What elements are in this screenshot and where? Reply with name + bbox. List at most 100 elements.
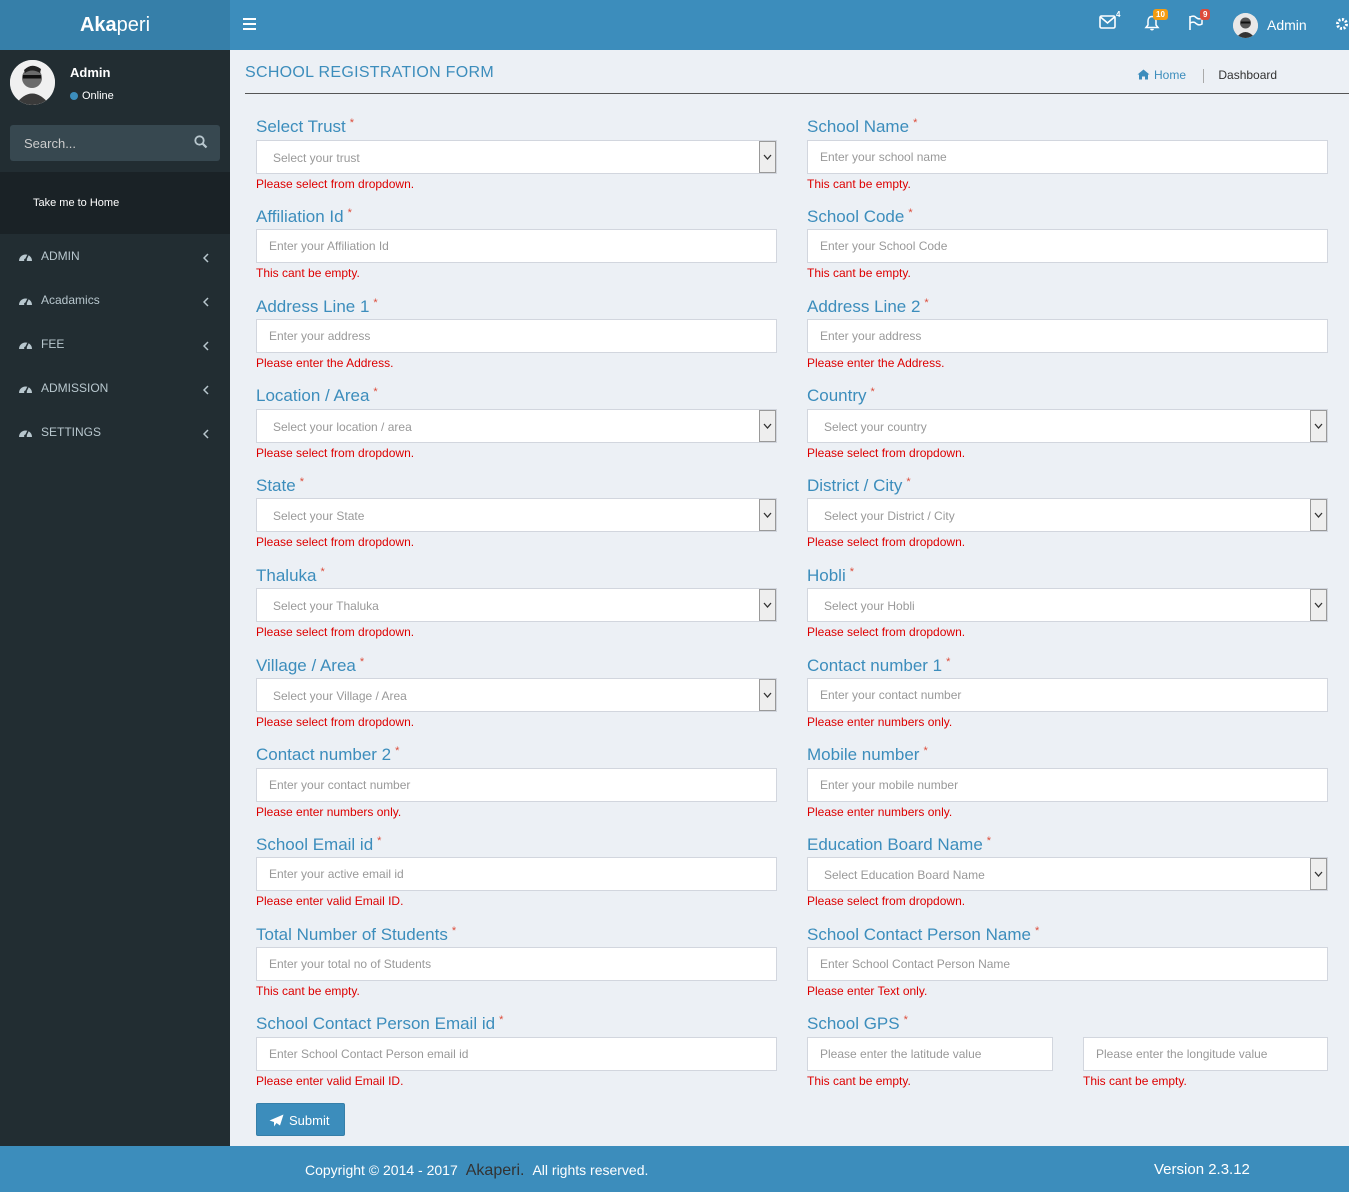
- dashboard-icon: [18, 425, 33, 443]
- school-name-input[interactable]: [807, 140, 1328, 174]
- contact-email-error: Please enter valid Email ID.: [256, 1074, 404, 1088]
- sidebar-item-settings[interactable]: SETTINGS: [0, 410, 230, 454]
- school-code-input[interactable]: [807, 229, 1328, 263]
- address1-label: Address Line 1 *: [256, 297, 378, 316]
- content-header: SCHOOL REGISTRATION FORM Home Dashboard: [230, 50, 1349, 94]
- top-navbar: Akaperi 4 10 9 Admin: [0, 0, 1349, 50]
- mobile-label: Mobile number *: [807, 745, 928, 764]
- address2-label: Address Line 2 *: [807, 297, 929, 316]
- location-label: Location / Area *: [256, 386, 378, 405]
- dashboard-icon: [18, 381, 33, 399]
- sidebar-item-acadamics[interactable]: Acadamics: [0, 278, 230, 322]
- country-select[interactable]: Select your country: [807, 409, 1328, 443]
- contact-email-input[interactable]: [256, 1037, 777, 1071]
- submit-button[interactable]: Submit: [256, 1103, 345, 1136]
- chevron-down-icon: [763, 602, 772, 608]
- state-error: Please select from dropdown.: [256, 535, 415, 549]
- sidebar-item-admission[interactable]: ADMISSION: [0, 366, 230, 410]
- contact-email-label: School Contact Person Email id *: [256, 1014, 504, 1033]
- take-me-home-link[interactable]: Take me to Home: [0, 172, 230, 234]
- mail-icon[interactable]: 4: [1099, 10, 1120, 35]
- trust-label: Select Trust *: [256, 117, 355, 136]
- online-status: Online: [70, 90, 114, 102]
- contact-person-label: School Contact Person Name *: [807, 925, 1040, 944]
- trust-select[interactable]: Select your trust: [256, 140, 777, 174]
- district-select[interactable]: Select your District / City: [807, 498, 1328, 532]
- school-name-error: This cant be empty.: [807, 177, 911, 191]
- flag-icon[interactable]: 9: [1188, 9, 1211, 35]
- chevron-left-icon: [202, 382, 209, 400]
- thaluka-select[interactable]: Select your Thaluka: [256, 588, 777, 622]
- chevron-down-icon: [763, 512, 772, 518]
- school-name-label: School Name *: [807, 117, 918, 136]
- address2-input[interactable]: [807, 319, 1328, 353]
- footer-brand-link[interactable]: Akaperi.: [466, 1162, 525, 1179]
- copyright-text: Copyright © 2014 - 2017 Akaperi. All right…: [305, 1162, 649, 1179]
- breadcrumb: Home Dashboard: [1137, 68, 1277, 83]
- contact1-error: Please enter numbers only.: [807, 715, 953, 729]
- chevron-left-icon: [202, 338, 209, 356]
- bell-icon[interactable]: 10: [1144, 9, 1168, 35]
- country-label: Country *: [807, 386, 875, 405]
- contact1-label: Contact number 1 *: [807, 656, 951, 675]
- hobli-select[interactable]: Select your Hobli: [807, 588, 1328, 622]
- email-label: School Email id *: [256, 835, 382, 854]
- affiliation-id-input[interactable]: [256, 229, 777, 263]
- location-error: Please select from dropdown.: [256, 446, 415, 460]
- mobile-error: Please enter numbers only.: [807, 805, 953, 819]
- mobile-input[interactable]: [807, 768, 1328, 802]
- gps-latitude-input[interactable]: [807, 1037, 1053, 1071]
- gps-longitude-error: This cant be empty.: [1083, 1074, 1187, 1088]
- sidebar-item-fee[interactable]: FEE: [0, 322, 230, 366]
- address1-error: Please enter the Address.: [256, 356, 394, 370]
- contact2-error: Please enter numbers only.: [256, 805, 402, 819]
- location-select[interactable]: Select your location / area: [256, 409, 777, 443]
- sidebar-user-avatar: [10, 60, 55, 105]
- sidebar-item-label: SETTINGS: [41, 425, 102, 439]
- board-label: Education Board Name *: [807, 835, 992, 854]
- affiliation-id-error: This cant be empty.: [256, 266, 360, 280]
- address1-input[interactable]: [256, 319, 777, 353]
- home-icon: [1137, 69, 1150, 80]
- tasks-count-badge: 9: [1200, 9, 1211, 20]
- country-error: Please select from dropdown.: [807, 446, 966, 460]
- state-label: State *: [256, 476, 304, 495]
- user-name[interactable]: Admin: [1267, 17, 1307, 33]
- students-input[interactable]: [256, 947, 777, 981]
- gps-latitude-error: This cant be empty.: [807, 1074, 911, 1088]
- chevron-left-icon: [202, 250, 209, 268]
- state-select[interactable]: Select your State: [256, 498, 777, 532]
- brand-logo[interactable]: Akaperi: [0, 0, 230, 50]
- breadcrumb-current: Dashboard: [1218, 68, 1278, 82]
- students-label: Total Number of Students *: [256, 925, 457, 944]
- sidebar-item-label: FEE: [41, 337, 65, 351]
- send-icon: [269, 1114, 284, 1127]
- trust-error: Please select from dropdown.: [256, 177, 415, 191]
- contact-person-error: Please enter Text only.: [807, 984, 928, 998]
- version-text: Version 2.3.12: [1154, 1161, 1250, 1178]
- search-icon[interactable]: [194, 135, 208, 154]
- sidebar-item-admin[interactable]: ADMIN: [0, 234, 230, 278]
- user-avatar[interactable]: [1233, 13, 1258, 38]
- sidebar-toggle-icon[interactable]: [243, 15, 259, 35]
- chevron-down-icon: [1314, 512, 1323, 518]
- address2-error: Please enter the Address.: [807, 356, 945, 370]
- email-input[interactable]: [256, 857, 777, 891]
- thaluka-label: Thaluka *: [256, 566, 325, 585]
- gps-label: School GPS *: [807, 1014, 908, 1033]
- district-error: Please select from dropdown.: [807, 535, 966, 549]
- contact-person-input[interactable]: [807, 947, 1328, 981]
- village-select[interactable]: Select your Village / Area: [256, 678, 777, 712]
- board-select[interactable]: Select Education Board Name: [807, 857, 1328, 891]
- contact2-label: Contact number 2 *: [256, 745, 400, 764]
- gps-longitude-input[interactable]: [1083, 1037, 1328, 1071]
- sidebar-search-input[interactable]: Search...: [10, 125, 220, 161]
- breadcrumb-home-link[interactable]: Home: [1137, 68, 1189, 82]
- students-error: This cant be empty.: [256, 984, 360, 998]
- contact2-input[interactable]: [256, 768, 777, 802]
- contact1-input[interactable]: [807, 678, 1328, 712]
- dashboard-icon: [18, 293, 33, 311]
- hobli-error: Please select from dropdown.: [807, 625, 966, 639]
- chevron-down-icon: [1314, 602, 1323, 608]
- gears-icon[interactable]: [1335, 17, 1349, 36]
